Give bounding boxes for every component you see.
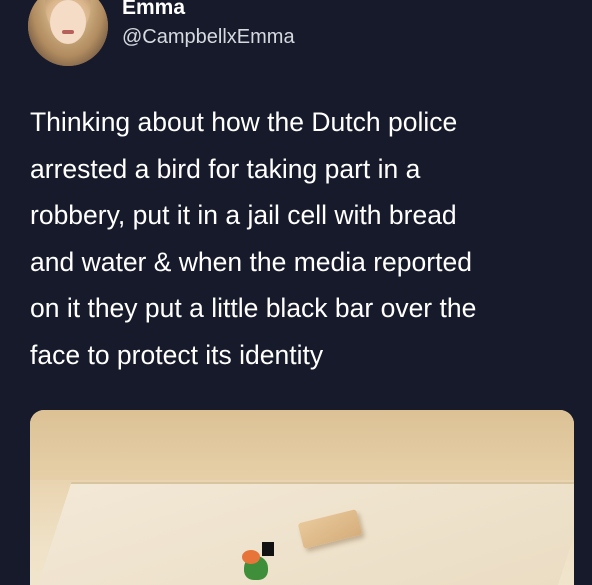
avatar-face (50, 0, 86, 44)
tweet-text: Thinking about how the Dutch police arre… (30, 99, 575, 378)
tweet-text-line: face to protect its identity (30, 339, 324, 370)
black-bar-censor (262, 542, 274, 556)
tweet-text-line: on it they put a little black bar over t… (30, 293, 477, 323)
tweet-text-line: robbery, put it in a jail cell with brea… (30, 200, 457, 230)
author-name[interactable]: Emma (122, 0, 185, 20)
avatar[interactable] (28, 0, 108, 66)
photo-bird (240, 542, 274, 580)
tweet-text-line: and water & when the media reported (30, 246, 472, 277)
tweet-card: Emma @CampbellxEmma Thinking about how t… (0, 0, 592, 585)
tweet-text-line: Thinking about how the Dutch police (30, 107, 458, 137)
avatar-lips (62, 30, 74, 34)
photo-wall (30, 410, 574, 480)
tweet-media-photo[interactable] (30, 410, 574, 585)
author-handle[interactable]: @CampbellxEmma (122, 26, 295, 49)
tweet-text-line: arrested a bird for taking part in a (30, 153, 421, 184)
bird-head (242, 550, 260, 564)
